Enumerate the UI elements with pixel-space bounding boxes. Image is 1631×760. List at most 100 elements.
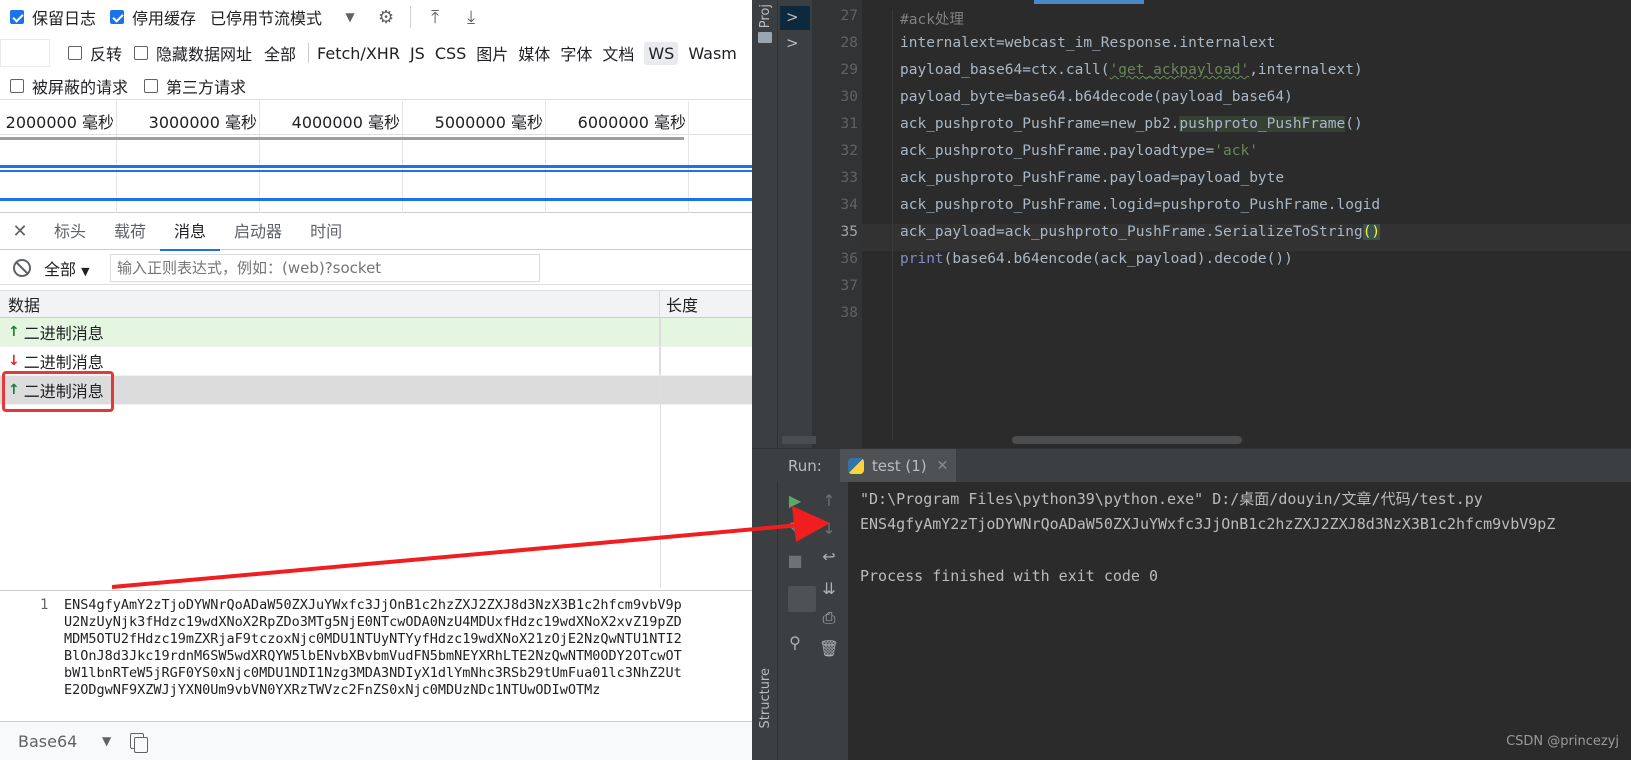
caret-down-icon[interactable]: ▼ [338,5,362,29]
ide-window: Proj Structure > > 27 28 29 30 31 32 33 … [752,0,1631,760]
toolbar-divider [410,6,412,28]
message-data: 二进制消息 [23,353,104,372]
message-payload-text[interactable]: ENS4gfyAmY2zTjoDYWNrQoADaW50ZXJuYWxfc3Jj… [64,597,752,699]
code-line: print(base64.b64encode(ack_payload).deco… [900,251,1293,267]
payload-line: bW1lbnRTeW5jRGF0YS0xNjc0MDU1NDI1Nzg3MDA3… [64,665,682,681]
line-number: 27 [840,8,858,24]
code-token: ack_pushproto_PushFrame=new_pb2. [900,116,1180,132]
builtin-token: print [900,251,944,267]
trash-icon[interactable]: 🗑 [814,636,844,660]
timeline-tick-label: 2000000 毫秒 [5,113,114,132]
filter-type-img[interactable]: 图片 [476,41,508,65]
tab-timing[interactable]: 时间 [296,214,356,250]
detail-line-number: 1 [40,597,49,613]
project-tool-tab[interactable]: Proj [758,4,773,28]
filter-type-wasm[interactable]: Wasm [688,44,737,63]
watermark: CSDN @princezyj [1506,734,1619,749]
line-number-current: 35 [840,224,858,240]
line-number: 34 [840,197,858,213]
column-header-data[interactable]: 数据 [0,291,660,317]
print-icon[interactable]: ⎙ [814,606,844,630]
format-select[interactable]: Base64 [18,732,102,751]
edit-config-icon[interactable]: ✎ [780,516,810,540]
code-token: ,internalext) [1249,62,1363,78]
message-row[interactable]: ↑ 二进制消息 [0,318,752,347]
timeline-bar-gray [0,137,684,140]
scroll-to-end-selected [788,586,816,612]
scroll-to-end-icon[interactable]: ⇊ [814,576,844,600]
code-token: (base64.b64encode(ack_payload).decode()) [943,251,1293,267]
message-data: 二进制消息 [23,324,104,343]
column-header-length[interactable]: 长度 [660,292,698,316]
arrow-up-icon[interactable]: ↑ [814,488,844,512]
invert-checkbox[interactable] [68,46,82,60]
upload-icon[interactable]: ⤒ [423,5,447,29]
filter-type-media[interactable]: 媒体 [518,41,550,65]
string-token: 'ack' [1214,143,1258,159]
pin-icon[interactable]: ⚲ [780,630,810,654]
close-icon[interactable]: ✕ [937,458,949,474]
message-type-select[interactable]: 全部 ▼ [44,256,110,280]
blocked-requests-checkbox[interactable] [10,78,24,93]
timeline-tick-label: 4000000 毫秒 [291,113,400,132]
tree-scrollbar[interactable] [782,436,816,444]
preserve-log-checkbox[interactable] [10,10,24,24]
filter-type-css[interactable]: CSS [435,44,466,63]
chevron-right-icon[interactable]: > [786,34,799,52]
filter-type-js[interactable]: JS [410,44,425,63]
request-filter-row: 被屏蔽的请求 第三方请求 [0,72,752,100]
line-number: 33 [840,170,858,186]
copy-icon[interactable] [130,733,148,753]
code-token: ack_payload=ack_pushproto_PushFrame.Seri… [900,224,1363,240]
code-token: payload_base64=ctx.call( [900,62,1110,78]
matched-paren: () [1362,224,1381,240]
stop-icon[interactable]: ■ [780,548,810,572]
run-console[interactable]: "D:\Program Files\python39\python.exe" D… [848,482,1631,760]
code-line: ack_pushproto_PushFrame.payloadtype='ack… [900,143,1258,159]
rerun-icon[interactable]: ▶ [780,488,810,512]
filter-input[interactable] [0,39,50,67]
code-editor[interactable]: #ack处理 internalext=webcast_im_Response.i… [862,0,1631,448]
third-party-checkbox[interactable] [144,78,159,93]
devtools-panel: 保留日志 停用缓存 已停用节流模式 ▼ ⚙ ⤒ ⤓ 反转 隐藏数据网址 全部 F… [0,0,752,760]
message-regex-input[interactable] [110,253,540,282]
network-toolbar: 保留日志 停用缓存 已停用节流模式 ▼ ⚙ ⤒ ⤓ [0,4,752,30]
filter-type-fetch-xhr[interactable]: Fetch/XHR [317,44,400,63]
throttling-select[interactable]: 已停用节流模式 [210,5,322,29]
horizontal-scrollbar[interactable] [1012,436,1242,444]
clear-messages-icon[interactable] [0,258,44,277]
tab-messages[interactable]: 消息 [160,214,221,251]
highlighted-token: pushproto_PushFrame [1179,116,1346,132]
filter-type-font[interactable]: 字体 [560,41,592,65]
run-tab[interactable]: test (1) ✕ [839,448,957,483]
column-divider [660,318,661,588]
console-output: ENS4gfyAmY2zTjoDYWNrQoADaW50ZXJuYWxfc3Jj… [860,515,1556,533]
filter-type-ws[interactable]: WS [644,41,679,65]
annotation-highlight-box [2,371,114,412]
payload-line: U2NzUyNjk3fHdzc19wdXNoX2RpZDo3MTg5NjE0NT… [64,614,682,630]
payload-line: E2ODgwNF9XZWJjYXN0Um9vbVN0YXRzTWVzc2FnZS… [64,682,601,698]
caret-down-icon[interactable]: ▼ [102,734,128,748]
tab-payload[interactable]: 载荷 [100,214,160,250]
tab-initiator[interactable]: 启动器 [220,214,296,250]
structure-tool-tab[interactable]: Structure [758,668,773,728]
sent-arrow-icon: ↑ [8,324,20,340]
folder-icon[interactable] [758,32,772,43]
code-line: payload_byte=base64.b64decode(payload_ba… [900,89,1293,105]
close-icon[interactable]: ✕ [0,221,40,242]
message-table: 数据 长度 ↑ 二进制消息 ↓ 二进制消息 ↑ 二进制消息 [0,290,752,590]
hide-data-urls-checkbox[interactable] [134,46,149,60]
soft-wrap-icon[interactable]: ↩ [814,544,844,568]
arrow-down-icon[interactable]: ↓ [814,516,844,540]
filter-all[interactable]: 全部 [264,41,296,65]
line-number: 38 [840,305,858,321]
message-detail-pane: 1 ENS4gfyAmY2zTjoDYWNrQoADaW50ZXJuYWxfc3… [0,590,752,720]
disable-cache-checkbox[interactable] [110,10,125,24]
timeline-ruler: 2000000 毫秒 3000000 毫秒 4000000 毫秒 5000000… [0,101,752,213]
filter-type-doc[interactable]: 文档 [602,41,634,65]
download-icon[interactable]: ⤓ [459,5,483,29]
network-timeline[interactable]: 2000000 毫秒 3000000 毫秒 4000000 毫秒 5000000… [0,101,752,213]
tab-headers[interactable]: 标头 [40,214,100,250]
wifi-settings-icon[interactable]: ⚙ [374,5,398,29]
chevron-right-icon[interactable]: > [786,8,799,26]
